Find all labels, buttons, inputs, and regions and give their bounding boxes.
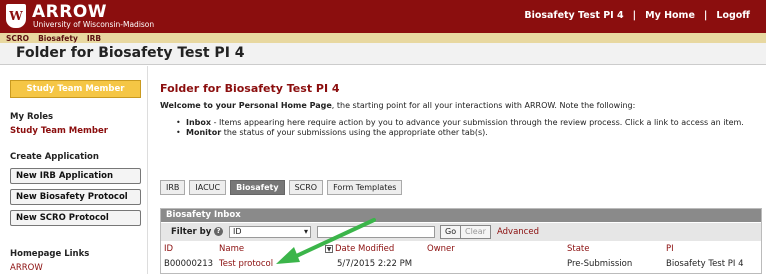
bullet-inbox-bold: Inbox bbox=[186, 118, 212, 127]
row-id: B00000213 bbox=[164, 259, 214, 269]
tab-biosafety[interactable]: Biosafety bbox=[230, 180, 285, 195]
my-home-link[interactable]: My Home bbox=[645, 10, 695, 21]
table-row: B00000213 Test protocol 5/7/2015 2:22 PM… bbox=[161, 257, 761, 271]
study-team-member-button[interactable]: Study Team Member bbox=[10, 80, 141, 98]
page-header: Folder for Biosafety Test PI 4 bbox=[0, 43, 766, 65]
user-name-link[interactable]: Biosafety Test PI 4 bbox=[524, 10, 623, 21]
sidebar: Study Team Member My Roles Study Team Me… bbox=[0, 66, 148, 274]
welcome-text: Welcome to your Personal Home Page, the … bbox=[160, 101, 760, 110]
tab-bar: IRB IACUC Biosafety SCRO Form Templates bbox=[160, 180, 403, 195]
uw-crest-logo-icon bbox=[6, 4, 26, 28]
sub-navigation: SCRO Biosafety IRB bbox=[0, 33, 766, 43]
app-subtitle: University of Wisconsin-Madison bbox=[33, 20, 155, 29]
new-scro-protocol-button[interactable]: New SCRO Protocol bbox=[10, 210, 141, 226]
go-button[interactable]: Go bbox=[440, 225, 462, 239]
separator: | bbox=[632, 10, 637, 21]
column-header-pi[interactable]: PI bbox=[666, 244, 674, 254]
column-header-owner[interactable]: Owner bbox=[427, 244, 455, 254]
welcome-rest: , the starting point for all your intera… bbox=[331, 101, 636, 110]
clear-button[interactable]: Clear bbox=[460, 225, 491, 239]
bullet-inbox-text: - Items appearing here require action by… bbox=[211, 118, 744, 127]
page-title: Folder for Biosafety Test PI 4 bbox=[16, 45, 245, 61]
subnav-irb-link[interactable]: IRB bbox=[87, 34, 101, 43]
instructions-list: Inbox - Items appearing here require act… bbox=[176, 118, 761, 138]
filter-bar: Filter by ? ID Go Clear Advanced bbox=[161, 223, 761, 241]
homepage-link-arrow[interactable]: ARROW bbox=[10, 263, 43, 273]
biosafety-inbox: Biosafety Inbox Filter by ? ID Go Clear … bbox=[160, 208, 762, 274]
annotation-arrow-icon bbox=[276, 218, 376, 264]
homepage-links-heading: Homepage Links bbox=[10, 249, 90, 259]
advanced-link[interactable]: Advanced bbox=[497, 227, 539, 237]
help-icon[interactable]: ? bbox=[214, 227, 223, 236]
separator: | bbox=[703, 10, 708, 21]
app-title: ARROW bbox=[32, 2, 108, 22]
column-header-id[interactable]: ID bbox=[164, 244, 173, 254]
column-header-state[interactable]: State bbox=[567, 244, 590, 254]
my-roles-heading: My Roles bbox=[10, 112, 54, 122]
subnav-scro-link[interactable]: SCRO bbox=[6, 34, 29, 43]
tab-scro[interactable]: SCRO bbox=[288, 180, 324, 195]
row-pi: Biosafety Test PI 4 bbox=[666, 259, 744, 269]
bullet-monitor: Monitor the status of your submissions u… bbox=[176, 128, 761, 138]
filter-by-label: Filter by bbox=[171, 227, 212, 237]
row-state: Pre-Submission bbox=[567, 259, 633, 269]
bullet-monitor-text: the status of your submissions using the… bbox=[221, 128, 488, 137]
new-biosafety-protocol-button[interactable]: New Biosafety Protocol bbox=[10, 189, 141, 205]
tab-iacuc[interactable]: IACUC bbox=[189, 180, 227, 195]
column-header-name[interactable]: Name bbox=[219, 244, 244, 254]
bullet-monitor-bold: Monitor bbox=[186, 128, 222, 137]
logoff-link[interactable]: Logoff bbox=[716, 10, 750, 21]
top-links: Biosafety Test PI 4 | My Home | Logoff bbox=[524, 10, 750, 21]
top-header-bar: ARROW University of Wisconsin-Madison Bi… bbox=[0, 0, 766, 33]
main-heading: Folder for Biosafety Test PI 4 bbox=[160, 82, 340, 95]
tab-form-templates[interactable]: Form Templates bbox=[327, 180, 403, 195]
inbox-title: Biosafety Inbox bbox=[161, 209, 761, 222]
bullet-inbox: Inbox - Items appearing here require act… bbox=[176, 118, 761, 128]
role-study-team-member-link[interactable]: Study Team Member bbox=[10, 126, 108, 136]
welcome-bold: Welcome to your Personal Home Page bbox=[160, 101, 332, 110]
create-application-heading: Create Application bbox=[10, 152, 99, 162]
row-name-link[interactable]: Test protocol bbox=[219, 259, 273, 269]
subnav-biosafety-link[interactable]: Biosafety bbox=[38, 34, 78, 43]
new-irb-application-button[interactable]: New IRB Application bbox=[10, 168, 141, 184]
tab-irb[interactable]: IRB bbox=[160, 180, 186, 195]
